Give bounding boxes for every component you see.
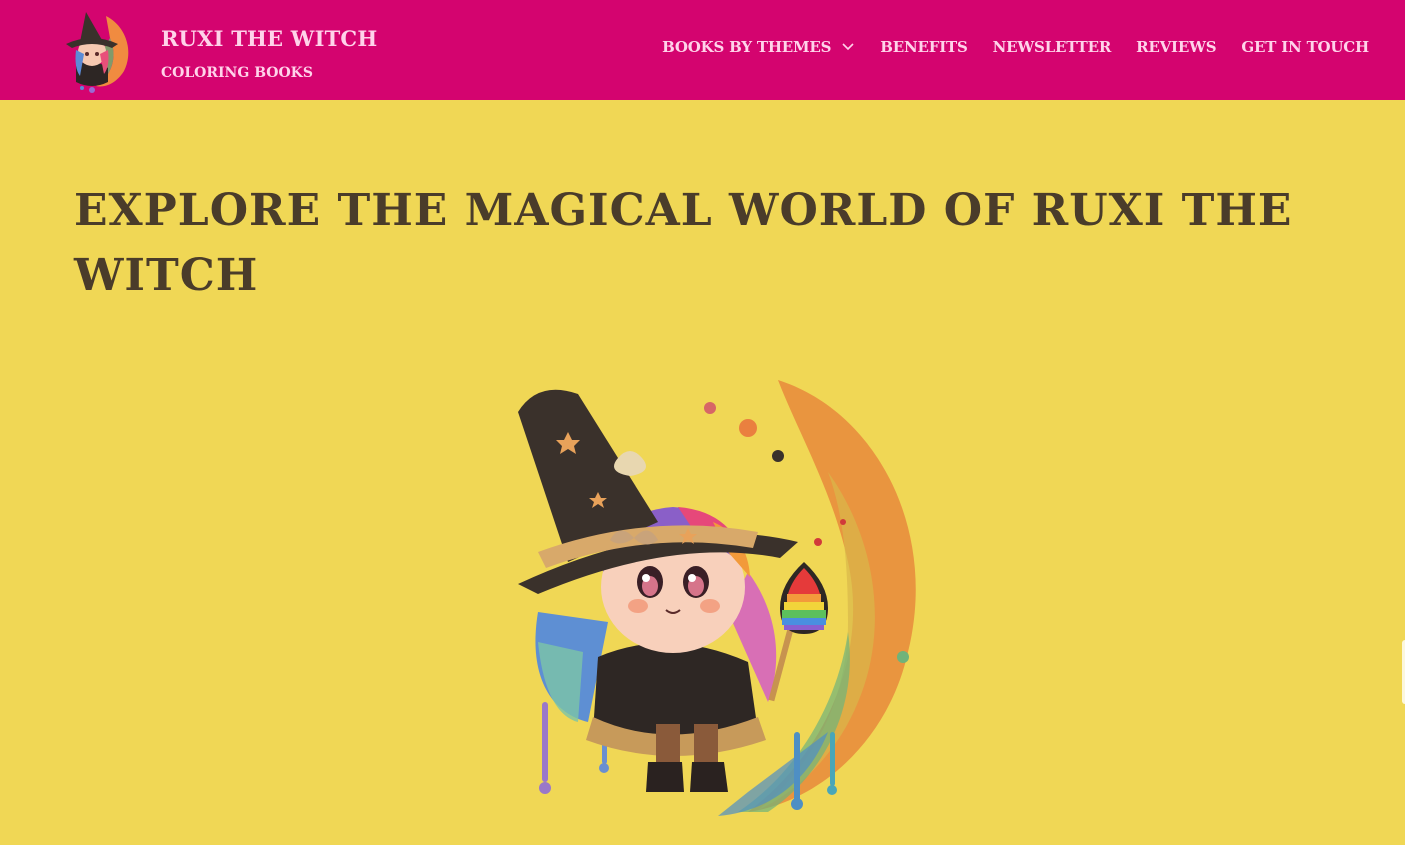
chevron-down-icon[interactable] — [841, 42, 855, 52]
nav-item-label: GET IN TOUCH — [1241, 38, 1369, 56]
nav-item-books-by-themes[interactable]: BOOKS BY THEMES — [662, 38, 855, 56]
nav-item-newsletter[interactable]: NEWSLETTER — [993, 38, 1112, 56]
witch-logo-icon[interactable] — [46, 6, 138, 94]
nav-item-benefits[interactable]: BENEFITS — [880, 38, 968, 56]
nav-item-label: BOOKS BY THEMES — [662, 38, 832, 56]
nav-item-reviews[interactable]: REVIEWS — [1136, 38, 1216, 56]
nav-item-label: BENEFITS — [880, 38, 968, 56]
hero-heading: EXPLORE THE MAGICAL WORLD OF RUXI THE WI… — [74, 185, 1293, 301]
nav-item-get-in-touch[interactable]: GET IN TOUCH — [1241, 38, 1369, 56]
site-header: RUXI THE WITCH COLORING BOOKS BOOKS BY T… — [0, 0, 1405, 100]
nav-item-label: NEWSLETTER — [992, 38, 1112, 56]
site-tagline: COLORING BOOKS — [161, 65, 313, 81]
site-title[interactable]: RUXI THE WITCH — [161, 26, 377, 51]
main-nav: BOOKS BY THEMES BENEFITS NEWSLETTER REVI… — [662, 38, 1369, 56]
witch-illustration-icon — [518, 380, 916, 816]
nav-item-label: REVIEWS — [1136, 38, 1217, 56]
